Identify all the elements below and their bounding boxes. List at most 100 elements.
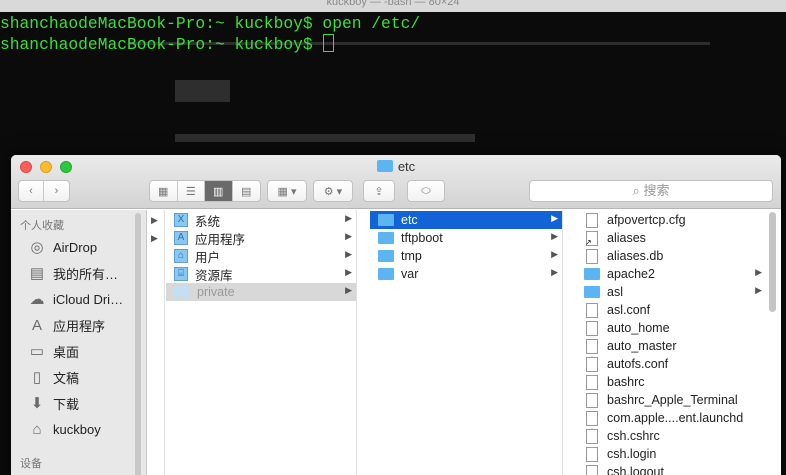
item-label: asl.conf xyxy=(607,303,651,317)
chevron-right-icon: ▶ xyxy=(151,233,158,243)
list-item[interactable]: X 系统 ▶ xyxy=(166,211,356,229)
download-icon: ⬇ xyxy=(30,395,44,412)
sidebar-item-label: 文稿 xyxy=(53,370,80,386)
terminal-titlebar: kuckboy — -bash — 80×24 xyxy=(0,0,786,12)
list-item[interactable]: bashrc_Apple_Terminal xyxy=(576,391,766,409)
view-mode-control: ▦ ☰ ▥ ▤ xyxy=(149,180,261,202)
list-item[interactable]: com.apple....ent.launchd xyxy=(576,409,766,427)
file-icon xyxy=(586,410,598,426)
file-icon xyxy=(586,320,598,336)
documents-icon: ▯ xyxy=(32,369,42,386)
list-item[interactable]: aliases xyxy=(576,229,766,247)
item-label: tmp xyxy=(401,249,422,263)
list-item[interactable]: A 应用程序 ▶ xyxy=(166,229,356,247)
item-label: 资源库 xyxy=(195,268,233,283)
list-item[interactable]: auto_master xyxy=(576,337,766,355)
list-view-button[interactable]: ☰ xyxy=(178,181,205,201)
gallery-view-button[interactable]: ▤ xyxy=(233,181,260,201)
list-item[interactable]: csh.logout xyxy=(576,463,766,475)
list-item[interactable]: asl ▶ xyxy=(576,283,766,301)
file-icon xyxy=(586,392,598,408)
sidebar-item-documents[interactable]: ▯ 文稿 xyxy=(28,366,146,388)
grid-icon: ▦ xyxy=(158,185,169,198)
chevron-right-icon: ▶ xyxy=(345,267,352,277)
all-files-icon: ▤ xyxy=(29,265,45,282)
sidebar-item-label: 应用程序 xyxy=(53,318,106,334)
list-item[interactable]: autofs.conf xyxy=(576,355,766,373)
list-item[interactable]: bashrc xyxy=(576,373,766,391)
file-icon xyxy=(586,374,598,390)
search-input[interactable]: ⌕ 搜索 xyxy=(529,180,773,202)
chevron-right-icon: ▶ xyxy=(551,249,558,259)
item-label: apache2 xyxy=(607,267,655,281)
file-icon xyxy=(586,428,598,444)
chevron-right-icon: ▶ xyxy=(551,231,558,241)
list-item[interactable]: apache2 ▶ xyxy=(576,265,766,283)
sidebar-item-home[interactable]: ⌂ kuckboy xyxy=(28,418,146,440)
terminal-cursor xyxy=(323,34,335,52)
sidebar-scrollbar[interactable] xyxy=(135,213,141,475)
sidebar-item-label: 下载 xyxy=(53,396,80,412)
item-label: auto_master xyxy=(607,339,677,353)
item-label: private xyxy=(197,285,235,299)
sidebar-item-icloud[interactable]: ☁ iCloud Dri… xyxy=(28,288,146,310)
back-button[interactable]: ‹ xyxy=(19,181,45,201)
applications-icon: A xyxy=(31,316,42,334)
previous-column-edge: ▶ ▶ xyxy=(147,210,165,475)
list-item[interactable]: asl.conf xyxy=(576,301,766,319)
folder-icon xyxy=(378,250,394,262)
file-icon xyxy=(586,338,598,354)
action-button[interactable]: ⚙ ▾ xyxy=(313,180,353,202)
columns-icon: ▥ xyxy=(213,185,224,198)
item-label: aliases.db xyxy=(607,249,664,263)
sidebar-item-airdrop[interactable]: ◎ AirDrop xyxy=(28,236,146,258)
folder-icon xyxy=(174,286,190,298)
list-item[interactable]: afpovertcp.cfg xyxy=(576,211,766,229)
share-icon: ⇪ xyxy=(374,185,384,198)
arrange-button[interactable]: ▦ ▾ xyxy=(267,180,307,202)
list-item-selected[interactable]: etc ▶ xyxy=(370,211,562,229)
column-scrollbar[interactable] xyxy=(769,212,776,312)
chevron-right-icon: ▶ xyxy=(345,231,352,241)
list-item[interactable]: ⌂ 用户 ▶ xyxy=(166,247,356,265)
sidebar-item-all-files[interactable]: ▤ 我的所有… xyxy=(28,262,146,284)
sidebar-item-desktop[interactable]: ▭ 桌面 xyxy=(28,340,146,362)
list-item[interactable]: ⌸ 资源库 ▶ xyxy=(166,265,356,283)
system-folder-icon: X xyxy=(174,213,188,227)
finder-window[interactable]: etc ‹ › ▦ ☰ ▥ ▤ ▦ ▾ ⚙ ▾ ⇪ ⬭ ⌕ 搜索 个人收藏 ◎ A… xyxy=(11,155,781,475)
search-icon: ⌕ xyxy=(632,183,644,198)
column-view-button[interactable]: ▥ xyxy=(205,181,233,201)
window-title-text: etc xyxy=(397,159,416,174)
sidebar-item-applications[interactable]: A 应用程序 xyxy=(28,314,146,336)
terminal-line-2: shanchaodeMacBook-Pro:~ kuckboy$ xyxy=(0,34,335,55)
tags-button[interactable]: ⬭ xyxy=(407,180,445,202)
terminal-prompt: shanchaodeMacBook-Pro:~ kuckboy$ xyxy=(0,35,323,54)
item-label: afpovertcp.cfg xyxy=(607,213,686,227)
item-label: 用户 xyxy=(195,250,221,265)
chevron-right-icon: ▶ xyxy=(151,215,158,225)
tag-icon: ⬭ xyxy=(421,184,431,197)
share-button[interactable]: ⇪ xyxy=(363,180,395,202)
search-placeholder: 搜索 xyxy=(643,183,670,198)
chevron-right-icon: ▶ xyxy=(551,267,558,277)
icon-view-button[interactable]: ▦ xyxy=(150,181,178,201)
list-item[interactable]: aliases.db xyxy=(576,247,766,265)
folder-icon xyxy=(378,232,394,244)
item-label: csh.login xyxy=(607,447,657,461)
list-item[interactable]: auto_home xyxy=(576,319,766,337)
chevron-left-icon: ‹ xyxy=(29,185,33,197)
list-item[interactable]: tmp ▶ xyxy=(370,247,562,265)
list-item[interactable]: var ▶ xyxy=(370,265,562,283)
list-item[interactable]: csh.cshrc xyxy=(576,427,766,445)
list-item[interactable]: csh.login xyxy=(576,445,766,463)
list-item-selected[interactable]: private ▶ xyxy=(166,283,356,301)
file-icon xyxy=(586,212,598,228)
forward-button[interactable]: › xyxy=(44,181,69,201)
airdrop-icon: ◎ xyxy=(30,239,44,256)
cloud-icon: ☁ xyxy=(29,291,45,308)
column-etc: afpovertcp.cfg aliases aliases.db apache… xyxy=(576,210,781,475)
alias-icon xyxy=(585,230,598,247)
list-item[interactable]: tftpboot ▶ xyxy=(370,229,562,247)
sidebar-item-downloads[interactable]: ⬇ 下载 xyxy=(28,392,146,414)
column-private: etc ▶ tftpboot ▶ tmp ▶ var ▶ xyxy=(370,210,563,475)
